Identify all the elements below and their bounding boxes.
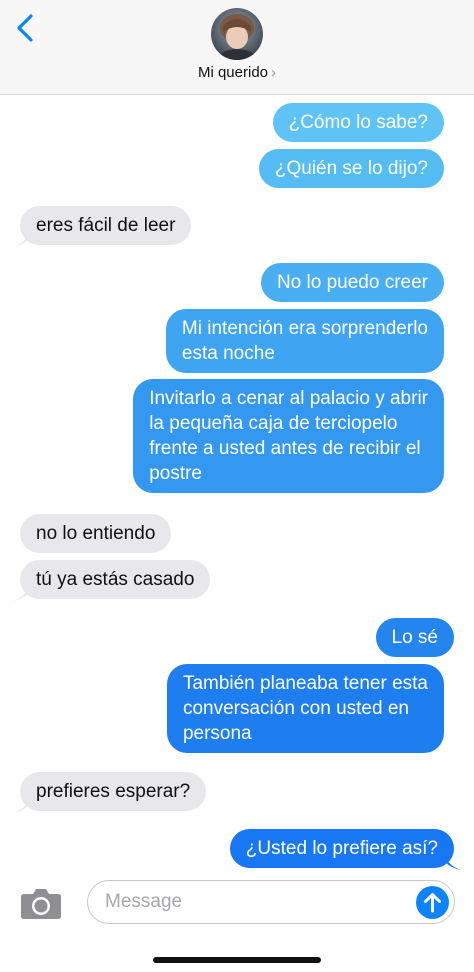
home-indicator[interactable]	[153, 957, 321, 963]
bubble-tail	[445, 856, 461, 870]
message-text: ¿Quién se lo dijo?	[274, 158, 428, 179]
contact-name[interactable]: Mi querido ›	[0, 64, 474, 81]
message-bubble-outgoing[interactable]: No lo puedo creer	[260, 263, 444, 302]
message-line: frente a usted antes de recibir el	[149, 438, 421, 459]
message-text: Lo sé	[391, 627, 438, 648]
message-bubble-outgoing[interactable]: Lo sé	[375, 618, 454, 657]
message-bubble-outgoing[interactable]: También planeaba tener esta conversación…	[166, 664, 444, 753]
message-line: Invitarlo a cenar al palacio y abrir	[149, 388, 428, 409]
message-bubble-incoming[interactable]: tú ya estás casado	[20, 560, 211, 599]
message-text: No lo puedo creer	[276, 272, 428, 293]
conversation-header: Mi querido ›	[0, 0, 474, 95]
bubble-tail	[13, 587, 29, 601]
camera-icon[interactable]	[20, 886, 62, 920]
message-text: tú ya estás casado	[36, 569, 195, 590]
message-bubble-incoming[interactable]: prefieres esperar?	[20, 772, 207, 811]
message-bubble-outgoing[interactable]: Invitarlo a cenar al palacio y abrir la …	[133, 379, 444, 493]
bubble-tail	[13, 233, 29, 247]
arrow-up-icon	[424, 893, 441, 913]
message-bubble-outgoing[interactable]: ¿Quién se lo dijo?	[258, 149, 444, 188]
message-text: eres fácil de leer	[36, 215, 176, 236]
message-line: También planeaba tener esta	[182, 673, 428, 694]
send-button[interactable]	[416, 886, 449, 919]
message-text: ¿Usted lo prefiere así?	[245, 838, 438, 859]
message-line: la pequeña caja de terciopelo	[149, 413, 398, 434]
bubble-tail	[13, 799, 29, 813]
message-line: postre	[149, 463, 202, 484]
contact-name-label: Mi querido	[197, 64, 269, 81]
message-line: conversación con usted en	[182, 698, 409, 719]
message-line: esta noche	[181, 343, 275, 364]
message-bubble-outgoing[interactable]: ¿Cómo lo sabe?	[272, 103, 444, 142]
message-text: ¿Cómo lo sabe?	[288, 112, 428, 133]
avatar[interactable]	[211, 8, 263, 60]
chevron-right-icon: ›	[271, 64, 277, 81]
message-bubble-incoming[interactable]: no lo entiendo	[20, 514, 172, 553]
message-text: prefieres esperar?	[36, 781, 191, 802]
chevron-left-icon[interactable]	[10, 12, 42, 44]
message-bubble-incoming[interactable]: eres fácil de leer	[20, 206, 192, 245]
message-input[interactable]	[87, 880, 455, 924]
message-bubble-outgoing[interactable]: Mi intención era sorprenderlo esta noche	[165, 309, 444, 373]
message-text: no lo entiendo	[36, 523, 156, 544]
message-line: persona	[182, 723, 252, 744]
message-bubble-outgoing[interactable]: ¿Usted lo prefiere así?	[229, 829, 454, 868]
message-line: Mi intención era sorprenderlo	[181, 318, 428, 339]
